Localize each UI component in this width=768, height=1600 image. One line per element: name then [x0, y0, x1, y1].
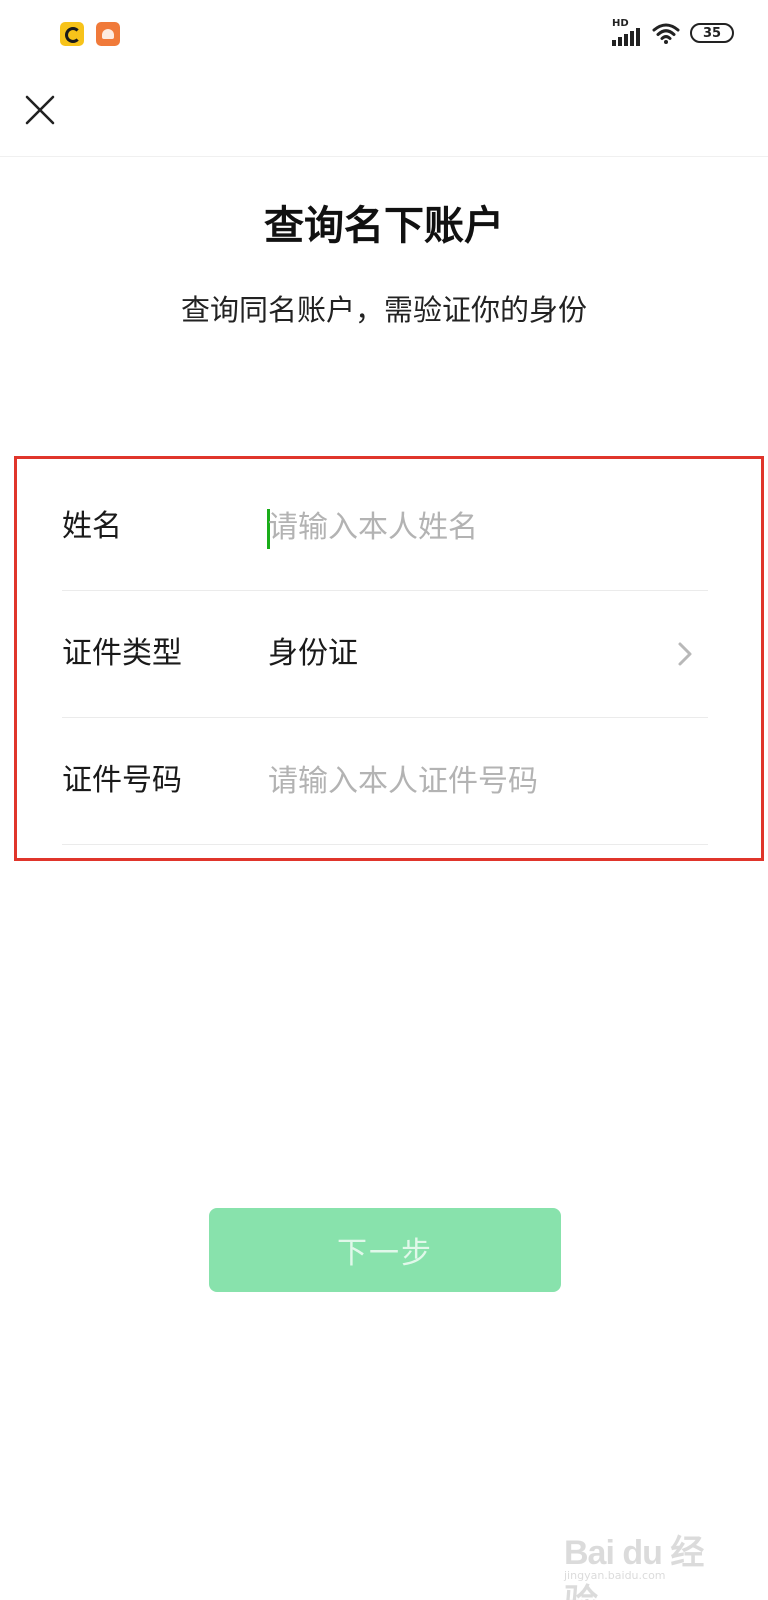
next-button[interactable]: 下一步 — [209, 1208, 561, 1292]
name-input[interactable] — [268, 502, 688, 552]
id-type-label: 证件类型 — [62, 636, 182, 671]
id-type-value: 身份证 — [268, 636, 358, 671]
id-type-row[interactable]: 证件类型 身份证 — [62, 591, 708, 718]
qq-browser-icon — [60, 22, 84, 46]
uc-browser-icon — [96, 22, 120, 46]
battery-indicator: 35 — [690, 23, 734, 43]
chevron-right-icon — [678, 642, 692, 666]
id-number-row: 证件号码 — [62, 718, 708, 845]
close-icon — [25, 95, 55, 125]
signal-icon — [612, 28, 640, 46]
watermark-logo: Bai du 经验 — [564, 1534, 704, 1600]
identity-form: 姓名 证件类型 身份证 证件号码 — [62, 464, 708, 845]
close-button[interactable] — [18, 88, 62, 132]
battery-level: 35 — [702, 25, 722, 41]
page-title: 查询名下账户 — [264, 203, 504, 249]
watermark-url: jingyan.baidu.com — [564, 1569, 666, 1582]
id-number-label: 证件号码 — [62, 763, 182, 798]
nav-bar — [0, 70, 768, 157]
id-number-input[interactable] — [268, 756, 688, 806]
page: HD 35 查询名下账户 查询同名账户，需验证你的身份 姓名 请输入本人姓名 证… — [0, 0, 768, 1600]
wifi-icon — [652, 23, 680, 44]
status-bar: HD 35 — [0, 0, 768, 70]
baidu-jingyan-watermark: Bai du 经验 jingyan.baidu.com — [564, 1525, 724, 1600]
page-subtitle: 查询同名账户，需验证你的身份 — [180, 293, 587, 327]
name-row: 姓名 — [62, 464, 708, 591]
name-label: 姓名 — [62, 509, 122, 544]
